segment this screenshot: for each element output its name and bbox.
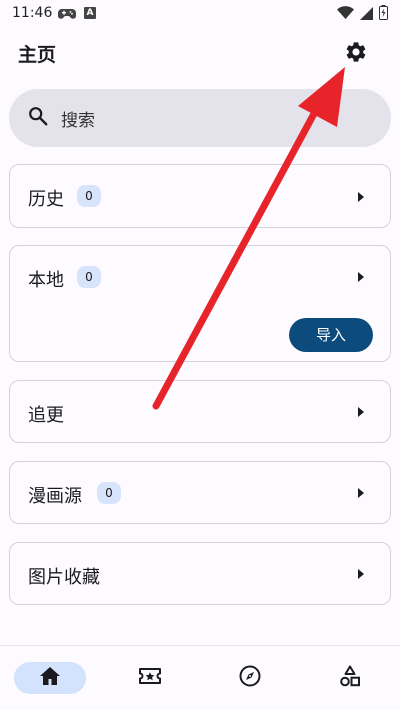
- image-favorites-card[interactable]: 图片收藏: [9, 542, 391, 605]
- nav-explore[interactable]: [200, 646, 300, 710]
- battery-icon: [379, 5, 388, 24]
- search-placeholder: 搜索: [61, 110, 95, 131]
- following-label: 追更: [28, 405, 64, 426]
- nav-categories[interactable]: [300, 646, 400, 710]
- settings-button[interactable]: [340, 38, 372, 70]
- comic-source-count-badge: 0: [97, 482, 121, 504]
- chevron-right-icon: [358, 272, 364, 282]
- local-card[interactable]: 本地 0 导入: [9, 245, 391, 362]
- gamepad-icon: [58, 6, 76, 25]
- nav-pill: [314, 662, 386, 694]
- signal-icon: [360, 5, 373, 24]
- status-time: 11:46: [12, 5, 53, 21]
- ticket-icon: [138, 666, 162, 690]
- gear-icon: [344, 40, 368, 68]
- nav-active-indicator: [14, 662, 86, 694]
- nav-pill: [214, 662, 286, 694]
- history-count-badge: 0: [77, 185, 101, 207]
- wifi-icon: [337, 5, 354, 24]
- chevron-right-icon: [358, 488, 364, 498]
- chevron-right-icon: [358, 192, 364, 202]
- nav-home[interactable]: [0, 646, 100, 710]
- search-bar[interactable]: 搜索: [9, 89, 391, 147]
- comic-source-label: 漫画源: [28, 486, 82, 507]
- local-label: 本地: [28, 270, 64, 291]
- bottom-navigation: [0, 646, 400, 710]
- search-icon: [27, 105, 49, 131]
- compass-icon: [238, 664, 262, 692]
- following-card[interactable]: 追更: [9, 380, 391, 443]
- nav-pill: [114, 662, 186, 694]
- comic-source-card[interactable]: 漫画源 0: [9, 461, 391, 524]
- nav-subscriptions[interactable]: [100, 646, 200, 710]
- a-notification-icon: A: [84, 7, 96, 19]
- status-bar: 11:46 A: [0, 0, 400, 28]
- page-title: 主页: [18, 44, 57, 66]
- chevron-right-icon: [358, 407, 364, 417]
- status-right: [337, 5, 388, 24]
- import-button[interactable]: 导入: [289, 318, 373, 352]
- image-favorites-label: 图片收藏: [28, 567, 100, 588]
- history-label: 历史: [28, 189, 64, 210]
- local-count-badge: 0: [77, 266, 101, 288]
- history-card[interactable]: 历史 0: [9, 164, 391, 228]
- category-icon: [338, 664, 362, 692]
- chevron-right-icon: [358, 569, 364, 579]
- home-icon: [39, 666, 61, 690]
